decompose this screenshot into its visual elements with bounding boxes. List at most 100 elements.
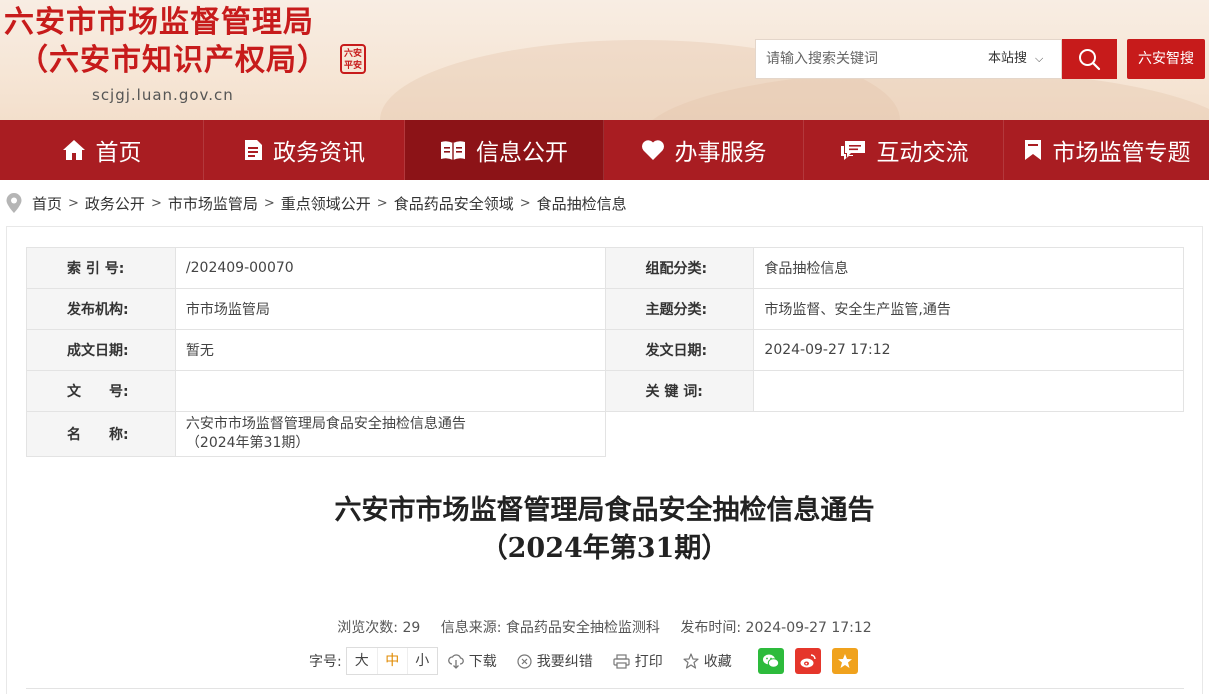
weibo-icon [800, 654, 816, 668]
doc-number-value [174, 370, 606, 412]
topic-label: 主题分类: [604, 288, 755, 330]
meta-row: 发布机构: 市市场监管局 主题分类: 市场监督、安全生产监管,通告 [26, 288, 1184, 330]
breadcrumb-separator: > [263, 195, 275, 211]
nav-item-services[interactable]: 办事服务 [604, 120, 804, 180]
category-value: 食品抽检信息 [753, 247, 1184, 289]
bookmark-icon [1023, 139, 1043, 161]
search-input[interactable] [756, 40, 976, 78]
index-value: /202409-00070 [174, 247, 606, 289]
meta-row: 索 引 号: /202409-00070 组配分类: 食品抽检信息 [26, 247, 1184, 289]
search-box: 本站搜 ⌵ [755, 39, 1062, 79]
print-label: 打印 [634, 654, 663, 670]
chevron-down-icon: ⌵ [1035, 52, 1044, 65]
category-label: 组配分类: [604, 247, 755, 289]
error-x-circle-icon [517, 653, 532, 669]
meta-row: 文 号: 关 键 词: [26, 370, 1184, 412]
nav-item-info-disclosure[interactable]: 信息公开 [405, 120, 604, 180]
doc-name-value: 六安市市场监督管理局食品安全抽检信息通告 （2024年第31期） [174, 411, 606, 457]
article-title: 六安市市场监督管理局食品安全抽检信息通告 （2024年第31期） [0, 492, 1209, 568]
article-info: 浏览次数: 29 信息来源: 食品药品安全抽检监测科 发布时间: 2024-09… [0, 617, 1209, 637]
article-tools: 字号: 大 中 小 下载 我要纠错 打印 收藏 [309, 646, 869, 676]
doc-name-label: 名 称: [26, 411, 176, 457]
cloud-download-icon [447, 654, 464, 669]
nav-item-label: 互动交流 [876, 140, 969, 166]
meta-empty-cell [605, 411, 1184, 457]
share-wechat-button[interactable] [757, 648, 784, 674]
nav-item-label: 首页 [95, 140, 142, 166]
report-error-label: 我要纠错 [536, 654, 593, 670]
site-header: 六安市市场监督管理局 （六安市知识产权局） 六安 平安 scjgj.luan.go… [0, 0, 1209, 120]
print-button[interactable]: 打印 [613, 651, 663, 671]
site-logo-title[interactable]: 六安市市场监督管理局 （六安市知识产权局） [4, 4, 328, 80]
document-icon [243, 139, 263, 161]
issued-date-label: 发文日期: [604, 329, 755, 371]
site-domain: scjgj.luan.gov.cn [92, 86, 234, 104]
font-size-medium-button[interactable]: 中 [376, 648, 407, 674]
chat-icon [839, 139, 867, 161]
created-date-value: 暂无 [174, 329, 606, 371]
star-outline-icon [683, 653, 699, 669]
download-button[interactable]: 下载 [447, 651, 497, 671]
source-value: 食品药品安全抽检监测科 [505, 620, 660, 636]
article-title-line1: 六安市市场监督管理局食品安全抽检信息通告 [334, 495, 875, 526]
views-label: 浏览次数: [337, 620, 398, 636]
home-icon [62, 139, 86, 161]
font-size-large-button[interactable]: 大 [347, 648, 377, 674]
publish-date-info: 发布时间: 2024-09-27 17:12 [680, 620, 871, 636]
article-title-line2: （2024年第31期） [480, 533, 729, 564]
search-icon [1079, 49, 1101, 71]
search-scope-select[interactable]: 本站搜 ⌵ [988, 40, 1043, 78]
report-error-button[interactable]: 我要纠错 [517, 651, 593, 671]
views-count: 29 [402, 620, 421, 636]
source-info: 信息来源: 食品药品安全抽检监测科 [441, 620, 660, 636]
wechat-icon [762, 654, 779, 668]
document-meta-table: 索 引 号: /202409-00070 组配分类: 食品抽检信息 发布机构: … [26, 247, 1184, 457]
font-size-label: 字号: [309, 654, 342, 670]
site-title-line2: （六安市知识产权局） [18, 43, 328, 78]
heart-icon [641, 139, 665, 161]
breadcrumb-item-home[interactable]: 首页 [32, 193, 62, 214]
doc-name-line1: 六安市市场监督管理局食品安全抽检信息通告 [185, 416, 466, 432]
font-size-small-button[interactable]: 小 [406, 648, 437, 674]
source-label: 信息来源: [440, 620, 502, 636]
favorite-button[interactable]: 收藏 [683, 651, 732, 671]
favorite-label: 收藏 [703, 654, 732, 670]
main-nav: 首页 政务资讯 信息公开 办事服务 互动交流 市场监管专题 [0, 120, 1209, 180]
keywords-label: 关 键 词: [604, 370, 755, 412]
doc-name-line2: （2024年第31期） [185, 435, 310, 451]
download-label: 下载 [468, 654, 497, 670]
created-date-label: 成文日期: [26, 329, 176, 371]
views-info: 浏览次数: 29 [337, 620, 420, 636]
index-label: 索 引 号: [26, 247, 176, 289]
divider [26, 688, 1184, 689]
share-qzone-button[interactable] [831, 648, 858, 674]
location-pin-icon [6, 193, 22, 213]
nav-item-market-topics[interactable]: 市场监管专题 [1004, 120, 1209, 180]
breadcrumb-separator: > [68, 195, 79, 211]
breadcrumb-separator: > [150, 195, 162, 211]
nav-item-label: 信息公开 [476, 140, 568, 166]
nav-item-home[interactable]: 首页 [0, 120, 204, 180]
meta-row: 名 称: 六安市市场监督管理局食品安全抽检信息通告 （2024年第31期） [26, 411, 1184, 457]
meta-row: 成文日期: 暂无 发文日期: 2024-09-27 17:12 [26, 329, 1184, 371]
doc-number-label: 文 号: [26, 370, 176, 412]
breadcrumb-item-food-drug[interactable]: 食品药品安全领域 [394, 193, 514, 214]
smart-search-button[interactable]: 六安智搜 [1127, 39, 1205, 79]
breadcrumb-item-bureau[interactable]: 市市场监管局 [168, 193, 258, 214]
breadcrumb-item-key-areas[interactable]: 重点领域公开 [281, 193, 371, 214]
search-button[interactable] [1062, 39, 1117, 79]
breadcrumb-item-gov-affairs[interactable]: 政务公开 [85, 193, 145, 214]
breadcrumb-item-food-inspection[interactable]: 食品抽检信息 [537, 193, 627, 214]
nav-item-news[interactable]: 政务资讯 [204, 120, 405, 180]
site-title-line1: 六安市市场监督管理局 [4, 5, 314, 40]
publisher-label: 发布机构: [26, 288, 176, 330]
share-weibo-button[interactable] [794, 648, 821, 674]
font-size-switcher: 大 中 小 [345, 647, 438, 675]
publisher-value: 市市场监管局 [174, 288, 606, 330]
nav-item-label: 办事服务 [674, 140, 767, 166]
issued-date-value: 2024-09-27 17:12 [753, 329, 1184, 371]
publish-date-value: 2024-09-27 17:12 [745, 620, 872, 636]
publish-date-label: 发布时间: [680, 620, 742, 636]
nav-item-interaction[interactable]: 互动交流 [804, 120, 1004, 180]
keywords-value [753, 370, 1184, 412]
